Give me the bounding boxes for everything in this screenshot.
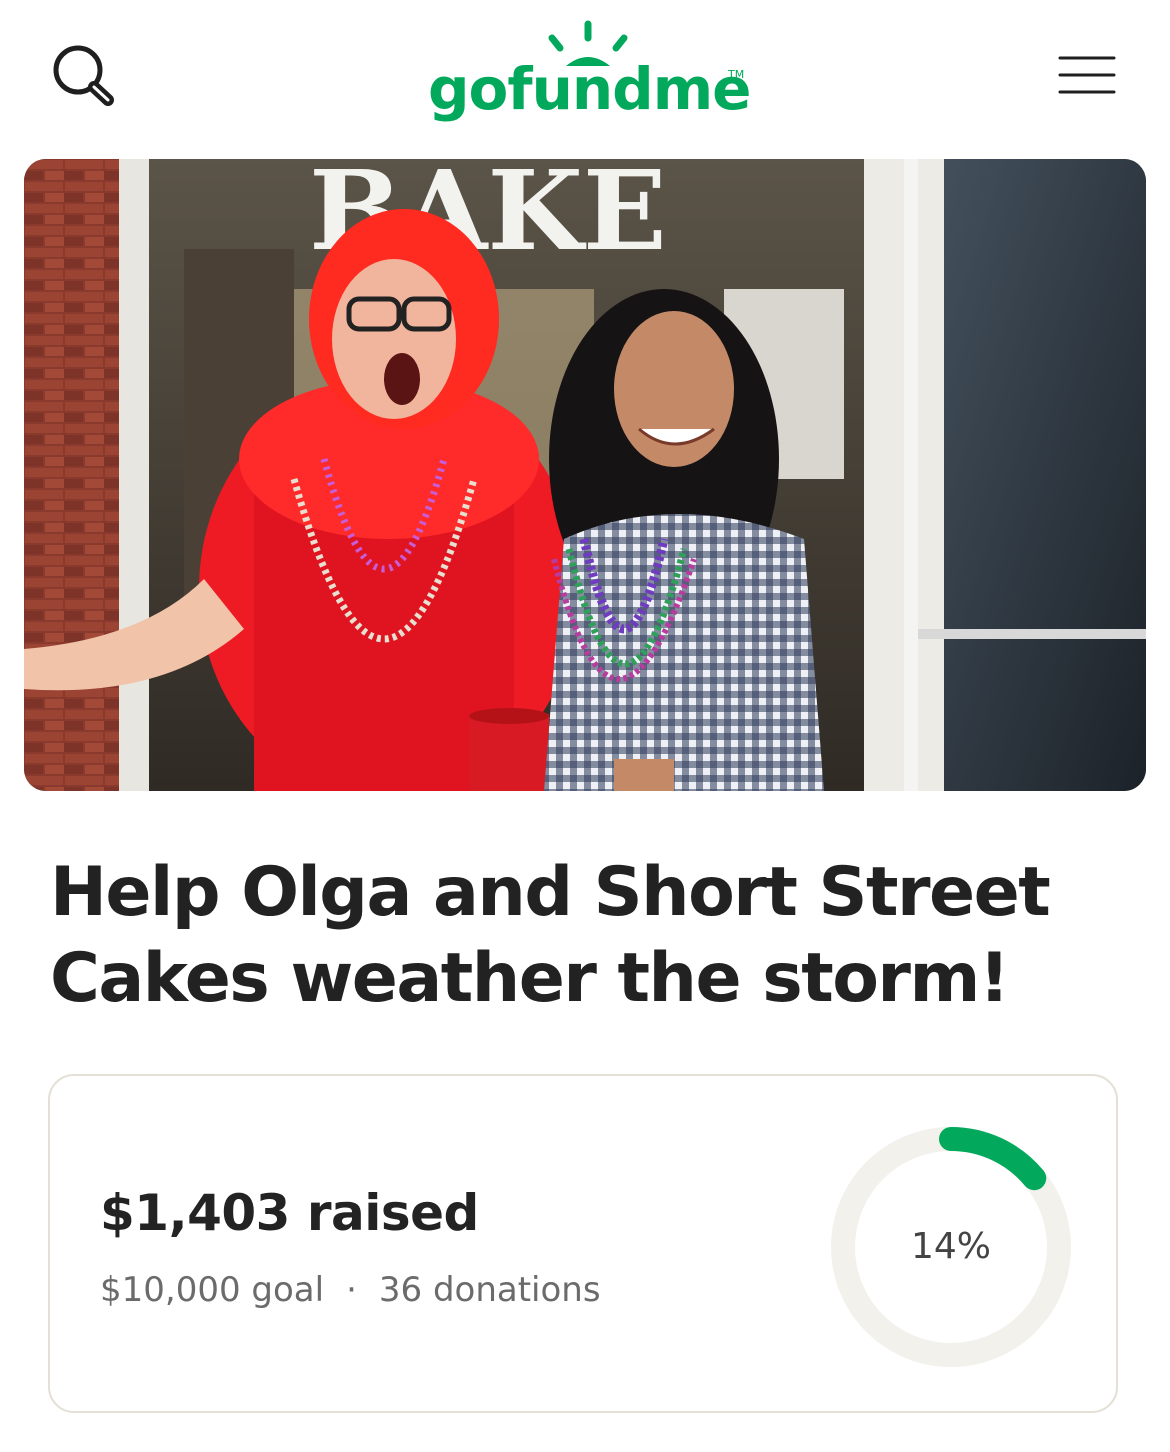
progress-percent: 14% (910, 1226, 991, 1267)
campaign-title: Help Olga and Short Street Cakes weather… (50, 853, 1051, 1018)
campaign-photo: BAKE (24, 159, 1146, 791)
search-button[interactable] (44, 38, 124, 118)
amount-raised: $1,403 raised (100, 1184, 479, 1242)
search-icon (53, 45, 114, 106)
logo-wordmark: gofundme (428, 55, 751, 123)
donation-progress-card[interactable]: $1,403 raised $10,000 goal · 36 donations … (48, 1074, 1118, 1413)
goal-amount: $10,000 goal (100, 1270, 325, 1310)
gofundme-logo[interactable]: gofundme TM (420, 18, 760, 138)
progress-ring: 14% (830, 1126, 1072, 1368)
menu-button[interactable] (1050, 46, 1130, 106)
donation-count: 36 donations (378, 1270, 601, 1310)
campaign-hero-image[interactable]: BAKE (24, 159, 1146, 791)
trademark-mark: TM (728, 68, 745, 81)
hamburger-menu-icon (1058, 56, 1116, 94)
separator-dot: · (346, 1270, 357, 1310)
goal-and-donations: $10,000 goal · 36 donations (100, 1270, 601, 1310)
top-bar: gofundme TM (0, 0, 1170, 150)
